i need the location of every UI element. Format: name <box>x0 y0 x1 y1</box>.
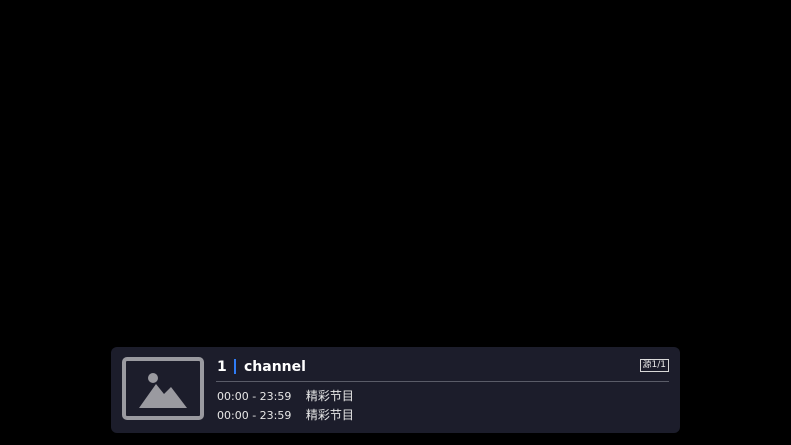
epg-time: 00:00 - 23:59 <box>217 390 292 403</box>
epg-row: 00:00 - 23:59 精彩节目 <box>217 408 354 423</box>
epg-row: 00:00 - 23:59 精彩节目 <box>217 389 354 404</box>
placeholder-mountains <box>139 384 187 408</box>
channel-number: 1 <box>217 359 227 375</box>
channel-info-bar: 1 channel 源1/1 00:00 - 23:59 精彩节目 00:00 … <box>111 347 680 433</box>
placeholder-sun <box>148 373 158 383</box>
epg-title: 精彩节目 <box>305 389 354 403</box>
source-badge[interactable]: 源1/1 <box>639 359 669 372</box>
epg-title: 精彩节目 <box>305 408 354 422</box>
channel-separator <box>234 359 236 374</box>
channel-name: channel <box>244 359 306 375</box>
image-placeholder-icon <box>122 357 204 420</box>
divider <box>216 381 669 382</box>
epg-time: 00:00 - 23:59 <box>217 409 292 422</box>
image-placeholder-graphic <box>139 373 187 408</box>
video-screen: 1 channel 源1/1 00:00 - 23:59 精彩节目 00:00 … <box>0 0 791 445</box>
